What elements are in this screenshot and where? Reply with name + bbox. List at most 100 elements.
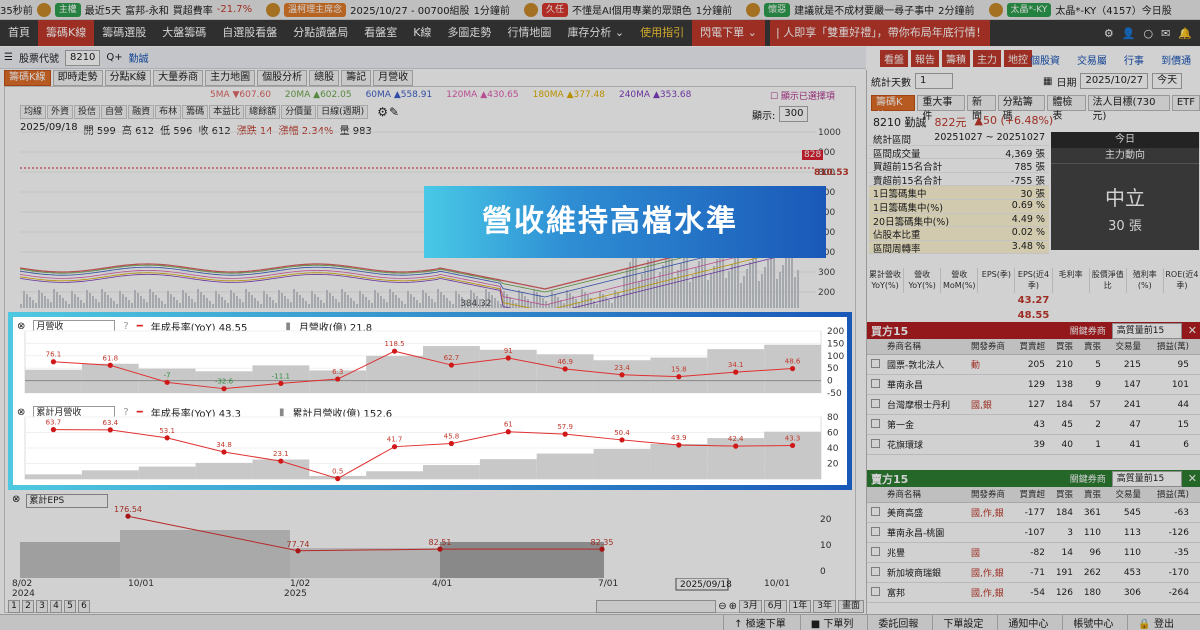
search-icon[interactable]: Q+ (106, 52, 122, 63)
row-checkbox[interactable] (867, 438, 883, 451)
checkbox[interactable] (870, 566, 880, 576)
tab-analysis[interactable]: 個股分析 (257, 70, 308, 86)
indicator-tab[interactable]: 總餘額 (245, 105, 281, 119)
notification-center-button[interactable]: 通知中心 (997, 615, 1058, 630)
row-checkbox[interactable] (867, 398, 883, 411)
menu-item-multichart[interactable]: 多圖走勢 (439, 20, 499, 46)
tab-big-brokers[interactable]: 大量券商 (153, 70, 204, 86)
page-button[interactable]: 5 (64, 599, 76, 613)
tab-branch-chips[interactable]: 分點籌碼 (997, 95, 1046, 122)
stat-days-select[interactable]: 1 (915, 73, 953, 89)
ticker-item-4[interactable]: 懷惡 建議就是不成材要嚴一尋子事中 2分鐘前 (746, 2, 975, 17)
date-input[interactable]: 2025/10/27 (1080, 73, 1149, 89)
indicator-tab[interactable]: 投信 (74, 105, 101, 119)
row-checkbox[interactable] (867, 378, 883, 391)
calendar-icon[interactable]: ▦ (1043, 76, 1052, 87)
ticker-item-1[interactable]: 35秒前 主權 最近5天 富邦-永和 買超費率 -21.7% (0, 2, 252, 17)
row-checkbox[interactable] (867, 586, 883, 599)
row-checkbox[interactable] (867, 566, 883, 579)
tab-branch-kline[interactable]: 分點K線 (104, 70, 152, 86)
scrollbar[interactable] (596, 599, 717, 613)
menu-item-quick-order[interactable]: 閃電下單 ⌄ (692, 20, 765, 46)
settings-icon[interactable]: ⚙ (1104, 27, 1114, 40)
indicator-tab[interactable]: 本益比 (209, 105, 245, 119)
menu-item-room[interactable]: 看盤室 (356, 20, 405, 46)
user-icon[interactable]: 👤 (1122, 27, 1136, 40)
range-6m-button[interactable]: 6月 (763, 599, 787, 613)
checkbox[interactable] (870, 398, 880, 408)
range-1y-button[interactable]: 1年 (788, 599, 812, 613)
table-row[interactable]: 台灣摩根士丹利 國,銀 127 184 57 241 44 (867, 395, 1200, 415)
table-row[interactable]: 華南永昌-桃園 -107 3 110 113 -126 (867, 523, 1200, 543)
indicator-tab[interactable]: 籌碼 (182, 105, 209, 119)
buyer-key-select[interactable]: 高質量前15 (1111, 322, 1182, 339)
tab-main-map[interactable]: 主力地圖 (205, 70, 256, 86)
indicator-tab[interactable]: 分價量 (281, 105, 317, 119)
table-row[interactable]: 兆豐 國 -82 14 96 110 -35 (867, 543, 1200, 563)
checkbox[interactable] (870, 418, 880, 428)
order-report-button[interactable]: 委託回報 (867, 615, 928, 630)
main-force-button[interactable]: 主力 (973, 50, 1001, 67)
mail-icon[interactable]: ✉ (1161, 27, 1170, 40)
row-checkbox[interactable] (867, 546, 883, 559)
table-row[interactable]: 新加坡商瑞銀 國,作,銀 -71 191 262 453 -170 (867, 563, 1200, 583)
watch-button[interactable]: 看盤 (880, 50, 908, 67)
menu-item-kline[interactable]: K線 (405, 20, 439, 46)
menu-item-guide[interactable]: 使用指引 (632, 20, 692, 46)
report-button[interactable]: 報告 (911, 50, 939, 67)
menu-item-branch[interactable]: 分點讀盤局 (285, 20, 356, 46)
display-count-input[interactable]: 300 (779, 106, 809, 122)
indicator-tab[interactable]: 日線(週期) (317, 105, 369, 119)
order-settings-button[interactable]: 下單設定 (932, 615, 993, 630)
toggle-icon[interactable]: ○ (1143, 27, 1153, 40)
close-icon[interactable]: ✕ (1188, 324, 1197, 337)
ticker-item-3[interactable]: 久任 不懂是AI個用專業的眾頭色 1分鐘前 (523, 2, 732, 17)
page-button[interactable]: 2 (22, 599, 34, 613)
screen-button[interactable]: 畫面 (837, 599, 864, 613)
menu-item-inventory[interactable]: 庫存分析 ⌄ (559, 20, 632, 46)
tab-chip-kline[interactable]: 籌碼K線 (4, 70, 51, 86)
checkbox[interactable] (870, 378, 880, 388)
quick-order-button[interactable]: ↑ 極速下單 (723, 615, 796, 630)
menu-item-home[interactable]: 首頁 (0, 20, 38, 46)
today-button[interactable]: 今天 (1152, 73, 1183, 89)
pen-icon[interactable]: ✎ (389, 105, 399, 119)
zoom-out-icon[interactable]: ⊖ (718, 601, 726, 612)
bell-icon[interactable]: 🔔 (1178, 27, 1192, 40)
indicator-tab[interactable]: 均線 (20, 105, 47, 119)
zoom-in-icon[interactable]: ⊕ (729, 601, 737, 612)
seller-key-select[interactable]: 高質量前15 (1111, 470, 1182, 487)
checkbox[interactable] (870, 506, 880, 516)
page-button[interactable]: 4 (50, 599, 62, 613)
tab-target[interactable]: 法人目標(730元) (1087, 95, 1170, 122)
tab-etf[interactable]: ETF (1171, 95, 1200, 111)
row-checkbox[interactable] (867, 526, 883, 539)
checkbox[interactable] (870, 586, 880, 596)
account-center-button[interactable]: 帳號中心 (1062, 615, 1123, 630)
page-button[interactable]: 6 (78, 599, 90, 613)
list-icon[interactable]: ☰ (4, 52, 13, 63)
indicator-tab[interactable]: 融資 (128, 105, 155, 119)
indicator-tab[interactable]: 自營 (101, 105, 128, 119)
ticker-item-5[interactable]: 太晶*-KY 太晶*-KY（4157）今日股 (988, 2, 1172, 17)
tab-news[interactable]: 新聞 (966, 95, 996, 122)
table-row[interactable]: 國票-敦北法人 動 205 210 5 215 95 (867, 355, 1200, 375)
tab-right-chip[interactable]: 籌碼K線 (871, 95, 916, 122)
table-row[interactable]: 第一金 43 45 2 47 15 (867, 415, 1200, 435)
checkbox[interactable] (870, 546, 880, 556)
menu-item-market-chips[interactable]: 大盤籌碼 (154, 20, 214, 46)
tab-shares[interactable]: 總股 (309, 70, 340, 86)
menu-item-chip-screener[interactable]: 籌碼選股 (94, 20, 154, 46)
close-icon[interactable]: ✕ (1188, 472, 1197, 485)
tab-realtime[interactable]: 即時走勢 (52, 70, 103, 86)
checkbox[interactable] (870, 358, 880, 368)
range-3y-button[interactable]: 3年 (813, 599, 836, 613)
stock-name[interactable]: 勤誠 (129, 50, 149, 65)
menu-item-watchlist[interactable]: 自選股看盤 (214, 20, 285, 46)
table-row[interactable]: 華南永昌 129 138 9 147 101 (867, 375, 1200, 395)
page-button[interactable]: 1 (8, 599, 20, 613)
table-row[interactable]: 富邦 國,作,銀 -54 126 180 306 -264 (867, 583, 1200, 603)
logout-button[interactable]: 🔒 登出 (1127, 615, 1184, 630)
menu-item-chip-kline[interactable]: 籌碼K線 (38, 20, 95, 46)
settings-icon[interactable]: ⚙ (377, 105, 388, 119)
